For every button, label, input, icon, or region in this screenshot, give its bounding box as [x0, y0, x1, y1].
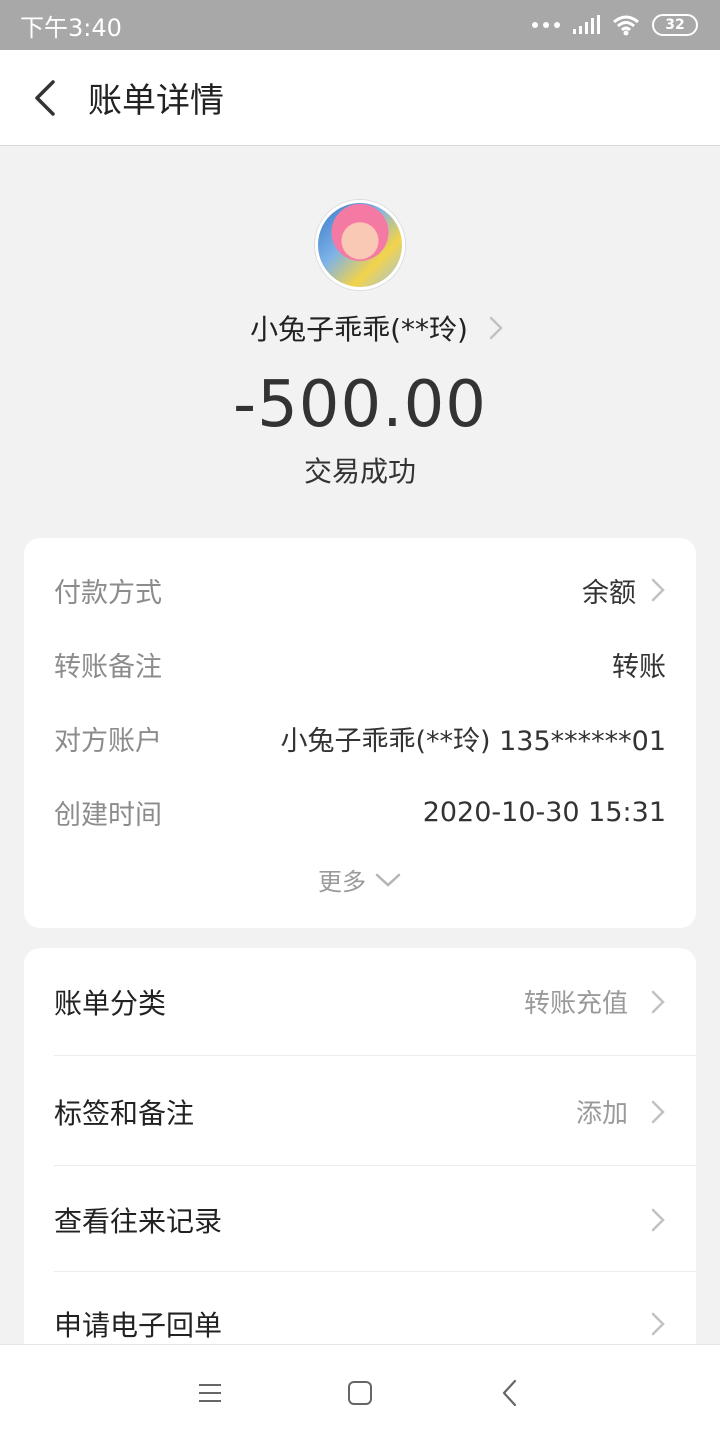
chevron-down-icon [375, 873, 401, 887]
info-card: 付款方式 余额 转账备注 转账 对方账户 小兔子乖乖(**玲) 135*****… [24, 538, 696, 928]
created-time-row: 创建时间 2020-10-30 15:31 [54, 792, 666, 832]
info-label: 对方账户 [54, 725, 162, 757]
nav-home-button[interactable] [340, 1373, 380, 1413]
status-icons: 32 [532, 14, 698, 36]
status-bar: 下午3:40 32 [0, 0, 720, 50]
nav-back-button[interactable] [490, 1373, 530, 1413]
more-label: 更多 [318, 868, 366, 896]
battery-icon: 32 [652, 14, 698, 36]
chevron-right-icon [651, 990, 665, 1013]
menu-icon [199, 1383, 221, 1402]
transaction-status: 交易成功 [303, 455, 416, 488]
header: 账单详情 [0, 50, 720, 146]
system-nav-bar [0, 1344, 720, 1440]
chevron-right-icon [489, 316, 503, 340]
bill-category-item[interactable]: 账单分类 转账充值 [54, 948, 696, 1056]
profile-section: 小兔子乖乖(**玲) -500.00 交易成功 [0, 200, 720, 490]
info-value: 2020-10-30 15:31 [422, 796, 666, 828]
counterparty-name: 小兔子乖乖(**玲) [250, 313, 468, 346]
status-time: 下午3:40 [20, 13, 122, 42]
wifi-icon [613, 15, 639, 36]
amount: -500.00 [232, 368, 488, 442]
payment-method-row[interactable]: 付款方式 余额 [54, 570, 666, 610]
counterparty-link[interactable]: 小兔子乖乖(**玲) [0, 308, 720, 348]
menu-label: 标签和备注 [54, 1096, 195, 1130]
avatar[interactable] [315, 200, 405, 290]
info-label: 转账备注 [54, 651, 162, 683]
view-records-item[interactable]: 查看往来记录 [54, 1168, 696, 1272]
info-label: 创建时间 [54, 799, 162, 831]
chevron-right-icon [651, 1100, 665, 1123]
back-arrow-icon [35, 79, 55, 116]
menu-card: 账单分类 转账充值 标签和备注 添加 查看往来记录 申请电子回单 [24, 948, 696, 1368]
tags-notes-item[interactable]: 标签和备注 添加 [54, 1058, 696, 1166]
chevron-right-icon [651, 1208, 665, 1231]
more-button[interactable]: 更多 [24, 862, 696, 897]
page-title: 账单详情 [88, 81, 224, 121]
menu-label: 查看往来记录 [54, 1204, 223, 1238]
transfer-note-row: 转账备注 转账 [54, 644, 666, 684]
nav-menu-button[interactable] [190, 1373, 230, 1413]
back-icon [502, 1379, 517, 1406]
menu-value: 转账充值 [523, 989, 628, 1019]
home-icon [348, 1380, 372, 1405]
info-label: 付款方式 [54, 577, 162, 609]
signal-icon [573, 15, 600, 34]
menu-value: 添加 [575, 1099, 628, 1129]
menu-label: 账单分类 [54, 986, 167, 1020]
battery-level: 32 [665, 17, 685, 33]
menu-label: 申请电子回单 [54, 1309, 223, 1342]
info-value: 转账 [612, 651, 666, 683]
more-dots-icon [532, 22, 560, 28]
counterparty-account-row: 对方账户 小兔子乖乖(**玲) 135******01 [54, 718, 666, 758]
info-value: 余额 [582, 577, 636, 609]
info-value: 小兔子乖乖(**玲) 135******01 [280, 725, 666, 757]
back-button[interactable] [0, 50, 88, 146]
chevron-right-icon [651, 578, 665, 602]
chevron-right-icon [651, 1312, 665, 1336]
